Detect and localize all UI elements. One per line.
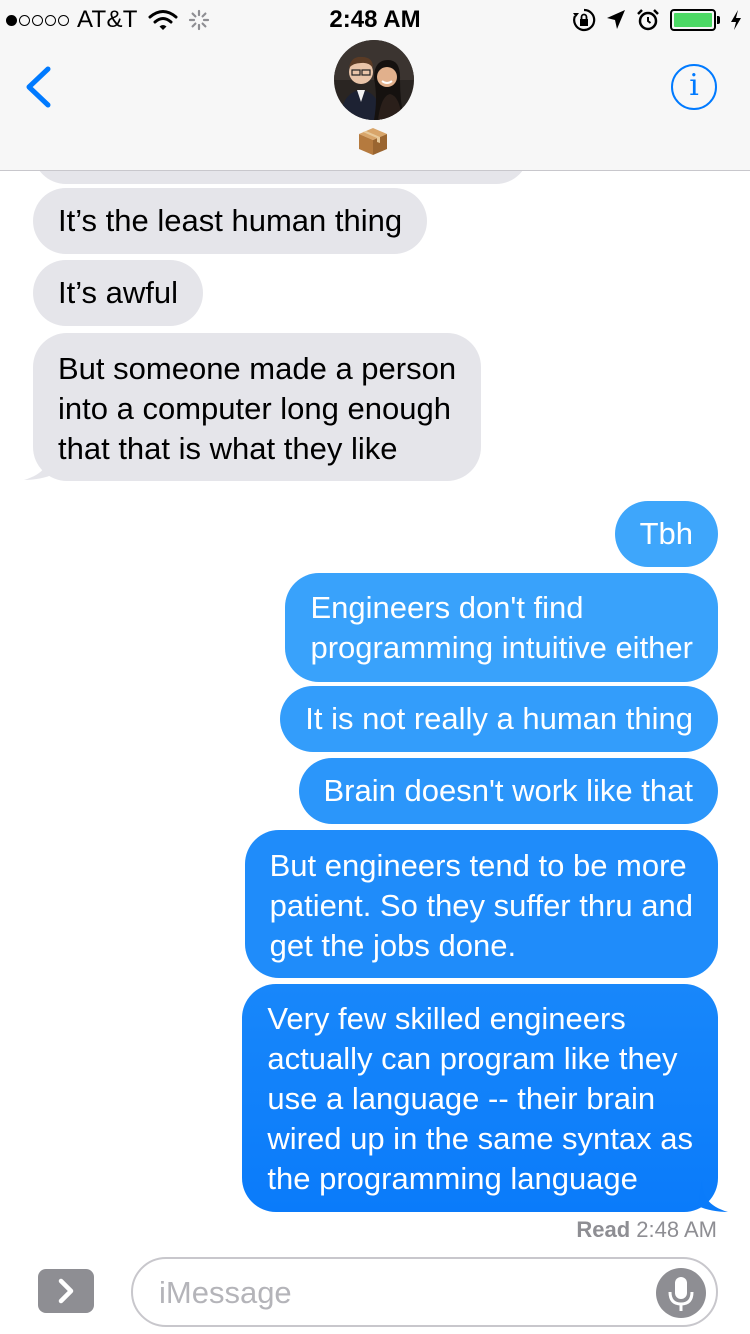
info-button[interactable]: i	[671, 64, 717, 110]
message-bubble-outgoing[interactable]: But engineers tend to be more patient. S…	[244, 830, 718, 978]
charging-icon	[731, 10, 741, 30]
message-text-line: wired up in the same syntax as	[267, 1121, 693, 1156]
alarm-icon	[637, 9, 659, 31]
message-text-line: get the jobs done.	[269, 928, 517, 963]
message-text: It’s awful	[58, 275, 179, 310]
message-text-line: the programming language	[267, 1161, 638, 1196]
microphone-button[interactable]	[656, 1268, 706, 1318]
message-text: It is not really a human thing	[305, 701, 693, 736]
battery-icon	[670, 9, 720, 31]
outgoing-bubble-tail	[698, 1180, 728, 1212]
message-text-line: that that is what they like	[58, 431, 398, 466]
message-bubble-incoming[interactable]: But someone made a person into a compute…	[33, 333, 482, 481]
message-text: Tbh	[639, 516, 693, 551]
battery-level-fill	[674, 13, 712, 27]
message-text-line: actually can program like they	[267, 1041, 678, 1076]
message-text-line: Very few skilled engineers	[267, 1001, 626, 1036]
message-text: It’s the least human thing	[58, 203, 403, 238]
message-bubble-outgoing[interactable]: Very few skilled engineers actually can …	[242, 984, 718, 1212]
messages-screen: It’s the least human thing It’s awful Bu…	[0, 0, 750, 1334]
message-input-field[interactable]	[131, 1257, 718, 1327]
composer-bar	[0, 1250, 750, 1334]
microphone-icon	[668, 1277, 694, 1311]
message-bubble-incoming[interactable]: It’s the least human thing	[33, 188, 428, 254]
message-text-line: programming intuitive either	[310, 630, 693, 665]
location-icon	[607, 10, 625, 29]
contact-avatar[interactable]	[334, 40, 414, 120]
message-bubble-outgoing[interactable]: Tbh	[614, 501, 718, 567]
message-bubble-outgoing[interactable]: Engineers don't find programming intuiti…	[285, 573, 718, 682]
back-button[interactable]	[22, 66, 56, 108]
status-bar: AT&T 2:48 AM	[0, 0, 750, 40]
message-text-line: into a computer long enough	[58, 391, 451, 426]
contact-photo	[334, 40, 414, 120]
message-text: Brain doesn't work like that	[323, 773, 694, 808]
message-text-line: But engineers tend to be more	[269, 848, 687, 883]
app-drawer-button[interactable]	[38, 1269, 94, 1313]
message-text-line: use a language -- their brain	[267, 1081, 656, 1116]
message-thread[interactable]: It’s the least human thing It’s awful Bu…	[0, 0, 750, 1334]
package-emoji-icon	[356, 124, 390, 158]
read-receipt: Read 2:48 AM	[576, 1217, 717, 1243]
message-bubble-incoming[interactable]: It’s awful	[33, 260, 204, 326]
info-icon: i	[689, 68, 699, 103]
chevron-right-icon	[58, 1278, 74, 1304]
message-input[interactable]	[159, 1269, 639, 1317]
message-text-line: Engineers don't find	[310, 590, 584, 625]
message-text-line: patient. So they suffer thru and	[269, 888, 693, 923]
orientation-lock-icon	[573, 8, 596, 32]
read-receipt-label: Read	[576, 1217, 631, 1242]
read-receipt-time: 2:48 AM	[636, 1217, 717, 1242]
message-bubble-outgoing[interactable]: Brain doesn't work like that	[298, 758, 718, 824]
status-right	[572, 8, 742, 32]
incoming-bubble-tail	[24, 448, 54, 480]
message-text-line: But someone made a person	[58, 351, 457, 386]
message-bubble-outgoing[interactable]: It is not really a human thing	[280, 686, 718, 752]
chevron-left-icon	[26, 66, 51, 108]
